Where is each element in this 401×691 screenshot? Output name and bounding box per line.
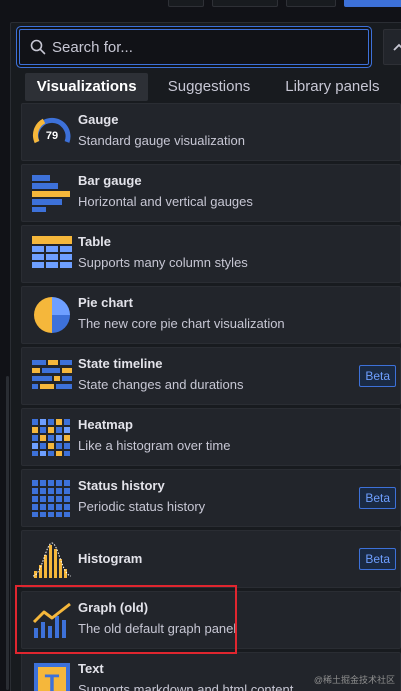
- viz-item-graph-old[interactable]: Graph (old) The old default graph panel: [21, 591, 401, 649]
- viz-item-table[interactable]: Table Supports many column styles: [21, 225, 401, 283]
- tab-visualizations[interactable]: Visualizations: [25, 73, 149, 101]
- viz-name: Histogram: [78, 551, 143, 566]
- viz-description: The old default graph panel: [78, 621, 237, 636]
- bar-gauge-icon: [32, 173, 72, 213]
- viz-name: Gauge: [78, 112, 119, 127]
- viz-name: Pie chart: [78, 295, 133, 310]
- viz-item-histogram[interactable]: Histogram Beta: [21, 530, 401, 588]
- collapse-button[interactable]: [383, 29, 401, 65]
- tab-bar: Visualizations Suggestions Library panel…: [25, 73, 395, 101]
- graph-old-icon: [32, 600, 72, 640]
- toolbar-button[interactable]: [212, 0, 278, 7]
- viz-name: Bar gauge: [78, 173, 142, 188]
- viz-item-heatmap[interactable]: Heatmap Like a histogram over time: [21, 408, 401, 466]
- viz-name: Table: [78, 234, 111, 249]
- text-icon-letter: T: [45, 670, 60, 691]
- toolbar-button[interactable]: [286, 0, 336, 7]
- viz-item-gauge[interactable]: 79 Gauge Standard gauge visualization: [21, 103, 401, 161]
- viz-description: Horizontal and vertical gauges: [78, 194, 253, 209]
- search-input[interactable]: [52, 30, 352, 64]
- search-row: [19, 29, 401, 65]
- scrollbar[interactable]: [6, 376, 9, 690]
- beta-badge: Beta: [359, 365, 396, 387]
- viz-description: Like a histogram over time: [78, 438, 231, 453]
- viz-description: State changes and durations: [78, 377, 244, 392]
- beta-badge: Beta: [359, 548, 396, 570]
- search-icon: [30, 39, 46, 55]
- tab-suggestions[interactable]: Suggestions: [148, 73, 269, 101]
- viz-description: Periodic status history: [78, 499, 206, 514]
- search-box[interactable]: [19, 29, 369, 65]
- pie-chart-icon: [32, 295, 72, 335]
- heatmap-icon: [32, 417, 72, 457]
- tab-library-panels[interactable]: Library panels: [270, 73, 395, 101]
- status-history-icon: [32, 478, 72, 518]
- watermark: @稀土掘金技术社区: [313, 675, 395, 685]
- toolbar-button[interactable]: [168, 0, 204, 7]
- viz-name: Status history: [78, 478, 165, 493]
- beta-badge: Beta: [359, 487, 396, 509]
- gauge-value: 79: [46, 130, 58, 142]
- viz-description: Supports many column styles: [78, 255, 248, 270]
- viz-name: Graph (old): [78, 600, 149, 615]
- histogram-icon: [32, 539, 72, 579]
- state-timeline-icon: [32, 356, 72, 396]
- viz-name: Text: [78, 661, 104, 676]
- viz-name: State timeline: [78, 356, 163, 371]
- viz-description: The new core pie chart visualization: [78, 316, 285, 331]
- viz-item-pie-chart[interactable]: Pie chart The new core pie chart visuali…: [21, 286, 401, 344]
- text-icon: T: [32, 661, 72, 691]
- visualization-picker: Visualizations Suggestions Library panel…: [10, 22, 401, 691]
- viz-item-bar-gauge[interactable]: Bar gauge Horizontal and vertical gauges: [21, 164, 401, 222]
- gauge-icon: 79: [32, 112, 72, 152]
- table-icon: [32, 234, 72, 274]
- chevron-up-icon: [393, 43, 401, 51]
- viz-item-status-history[interactable]: Status history Periodic status history B…: [21, 469, 401, 527]
- viz-name: Heatmap: [78, 417, 133, 432]
- toolbar-primary-button[interactable]: [344, 0, 401, 7]
- viz-description: Standard gauge visualization: [78, 133, 245, 148]
- viz-item-state-timeline[interactable]: State timeline State changes and duratio…: [21, 347, 401, 405]
